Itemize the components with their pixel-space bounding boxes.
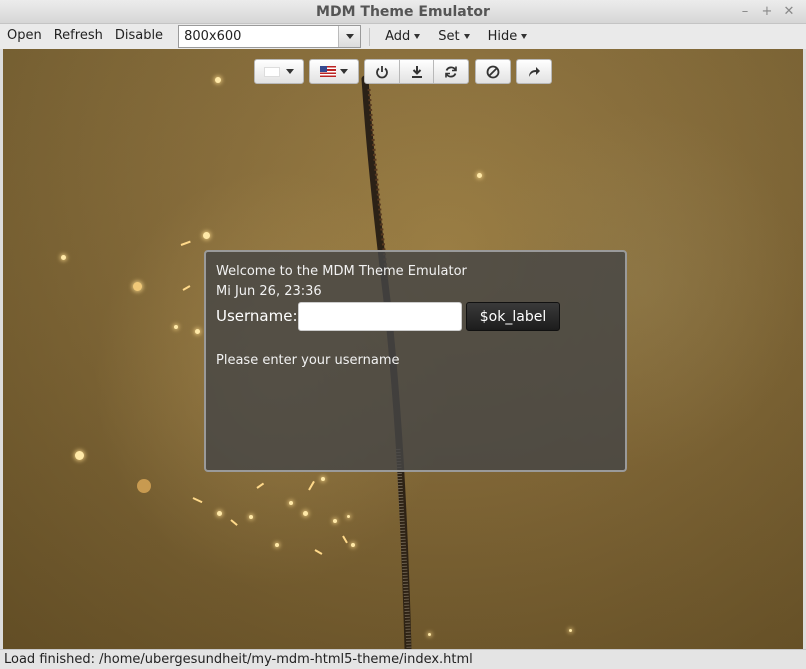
welcome-text: Welcome to the MDM Theme Emulator [216, 264, 467, 279]
refresh-button[interactable]: Refresh [48, 24, 109, 49]
spark [75, 451, 84, 460]
hide-menu-label: Hide [487, 29, 518, 44]
spark [289, 501, 293, 505]
clock-text: Mi Jun 26, 23:36 [216, 284, 322, 299]
menu-bar: Open Refresh Disable 800x600 Add Set Hid… [0, 24, 806, 49]
menu-separator [369, 27, 371, 46]
chevron-down-icon [286, 69, 294, 74]
resolution-value[interactable]: 800x600 [179, 26, 338, 47]
username-input[interactable] [298, 302, 462, 331]
spark [569, 629, 572, 632]
ok-button[interactable]: $ok_label [466, 302, 560, 331]
cancel-button[interactable] [475, 59, 511, 84]
set-menu[interactable]: Set [429, 29, 478, 44]
spark [217, 511, 222, 516]
spark [174, 325, 178, 329]
refresh-icon [445, 66, 457, 77]
maximize-icon[interactable]: + [758, 3, 776, 21]
color-swatch-icon [264, 66, 280, 77]
power-button[interactable] [364, 59, 400, 84]
resolution-dropdown-button[interactable] [338, 26, 361, 47]
spark [275, 543, 279, 547]
chevron-down-icon [521, 34, 528, 39]
login-panel: Welcome to the MDM Theme Emulator Mi Jun… [204, 250, 627, 472]
spark [133, 282, 142, 291]
download-icon [411, 65, 422, 78]
open-button[interactable]: Open [1, 24, 48, 49]
spark [351, 543, 355, 547]
login-message: Please enter your username [216, 353, 400, 368]
chevron-down-icon [345, 34, 354, 39]
reload-button[interactable] [433, 59, 469, 84]
minimize-icon[interactable]: – [736, 3, 754, 21]
add-menu[interactable]: Add [376, 29, 429, 44]
spark [347, 515, 350, 518]
set-menu-label: Set [438, 29, 460, 44]
disable-button[interactable]: Disable [109, 24, 169, 49]
cancel-icon [486, 65, 500, 78]
title-bar: MDM Theme Emulator – + ✕ [0, 0, 806, 24]
forward-button[interactable] [516, 59, 552, 84]
power-icon [376, 65, 388, 78]
resolution-combobox[interactable]: 800x600 [178, 25, 362, 48]
spark [215, 77, 221, 83]
spark [203, 232, 210, 239]
spark [428, 633, 431, 636]
window-title: MDM Theme Emulator [316, 3, 490, 20]
forward-icon [529, 66, 540, 77]
spark [137, 479, 151, 493]
download-button[interactable] [399, 59, 434, 84]
chevron-down-icon [414, 34, 421, 39]
close-icon[interactable]: ✕ [780, 3, 798, 21]
language-select[interactable] [309, 59, 359, 84]
spark [303, 511, 308, 516]
window-controls: – + ✕ [736, 3, 798, 21]
status-bar: Load finished: /home/ubergesundheit/my-m… [0, 649, 806, 669]
spark [61, 255, 66, 260]
add-menu-label: Add [385, 29, 411, 44]
spark [195, 329, 200, 334]
chevron-down-icon [463, 34, 470, 39]
color-select[interactable] [254, 59, 304, 84]
theme-viewport: Welcome to the MDM Theme Emulator Mi Jun… [3, 49, 803, 649]
hide-menu[interactable]: Hide [479, 29, 537, 44]
spark [477, 173, 482, 178]
spark [249, 515, 253, 519]
us-flag-icon [320, 66, 336, 77]
username-label: Username: [216, 307, 298, 325]
spark [333, 519, 337, 523]
spark [321, 477, 325, 481]
chevron-down-icon [340, 69, 348, 74]
